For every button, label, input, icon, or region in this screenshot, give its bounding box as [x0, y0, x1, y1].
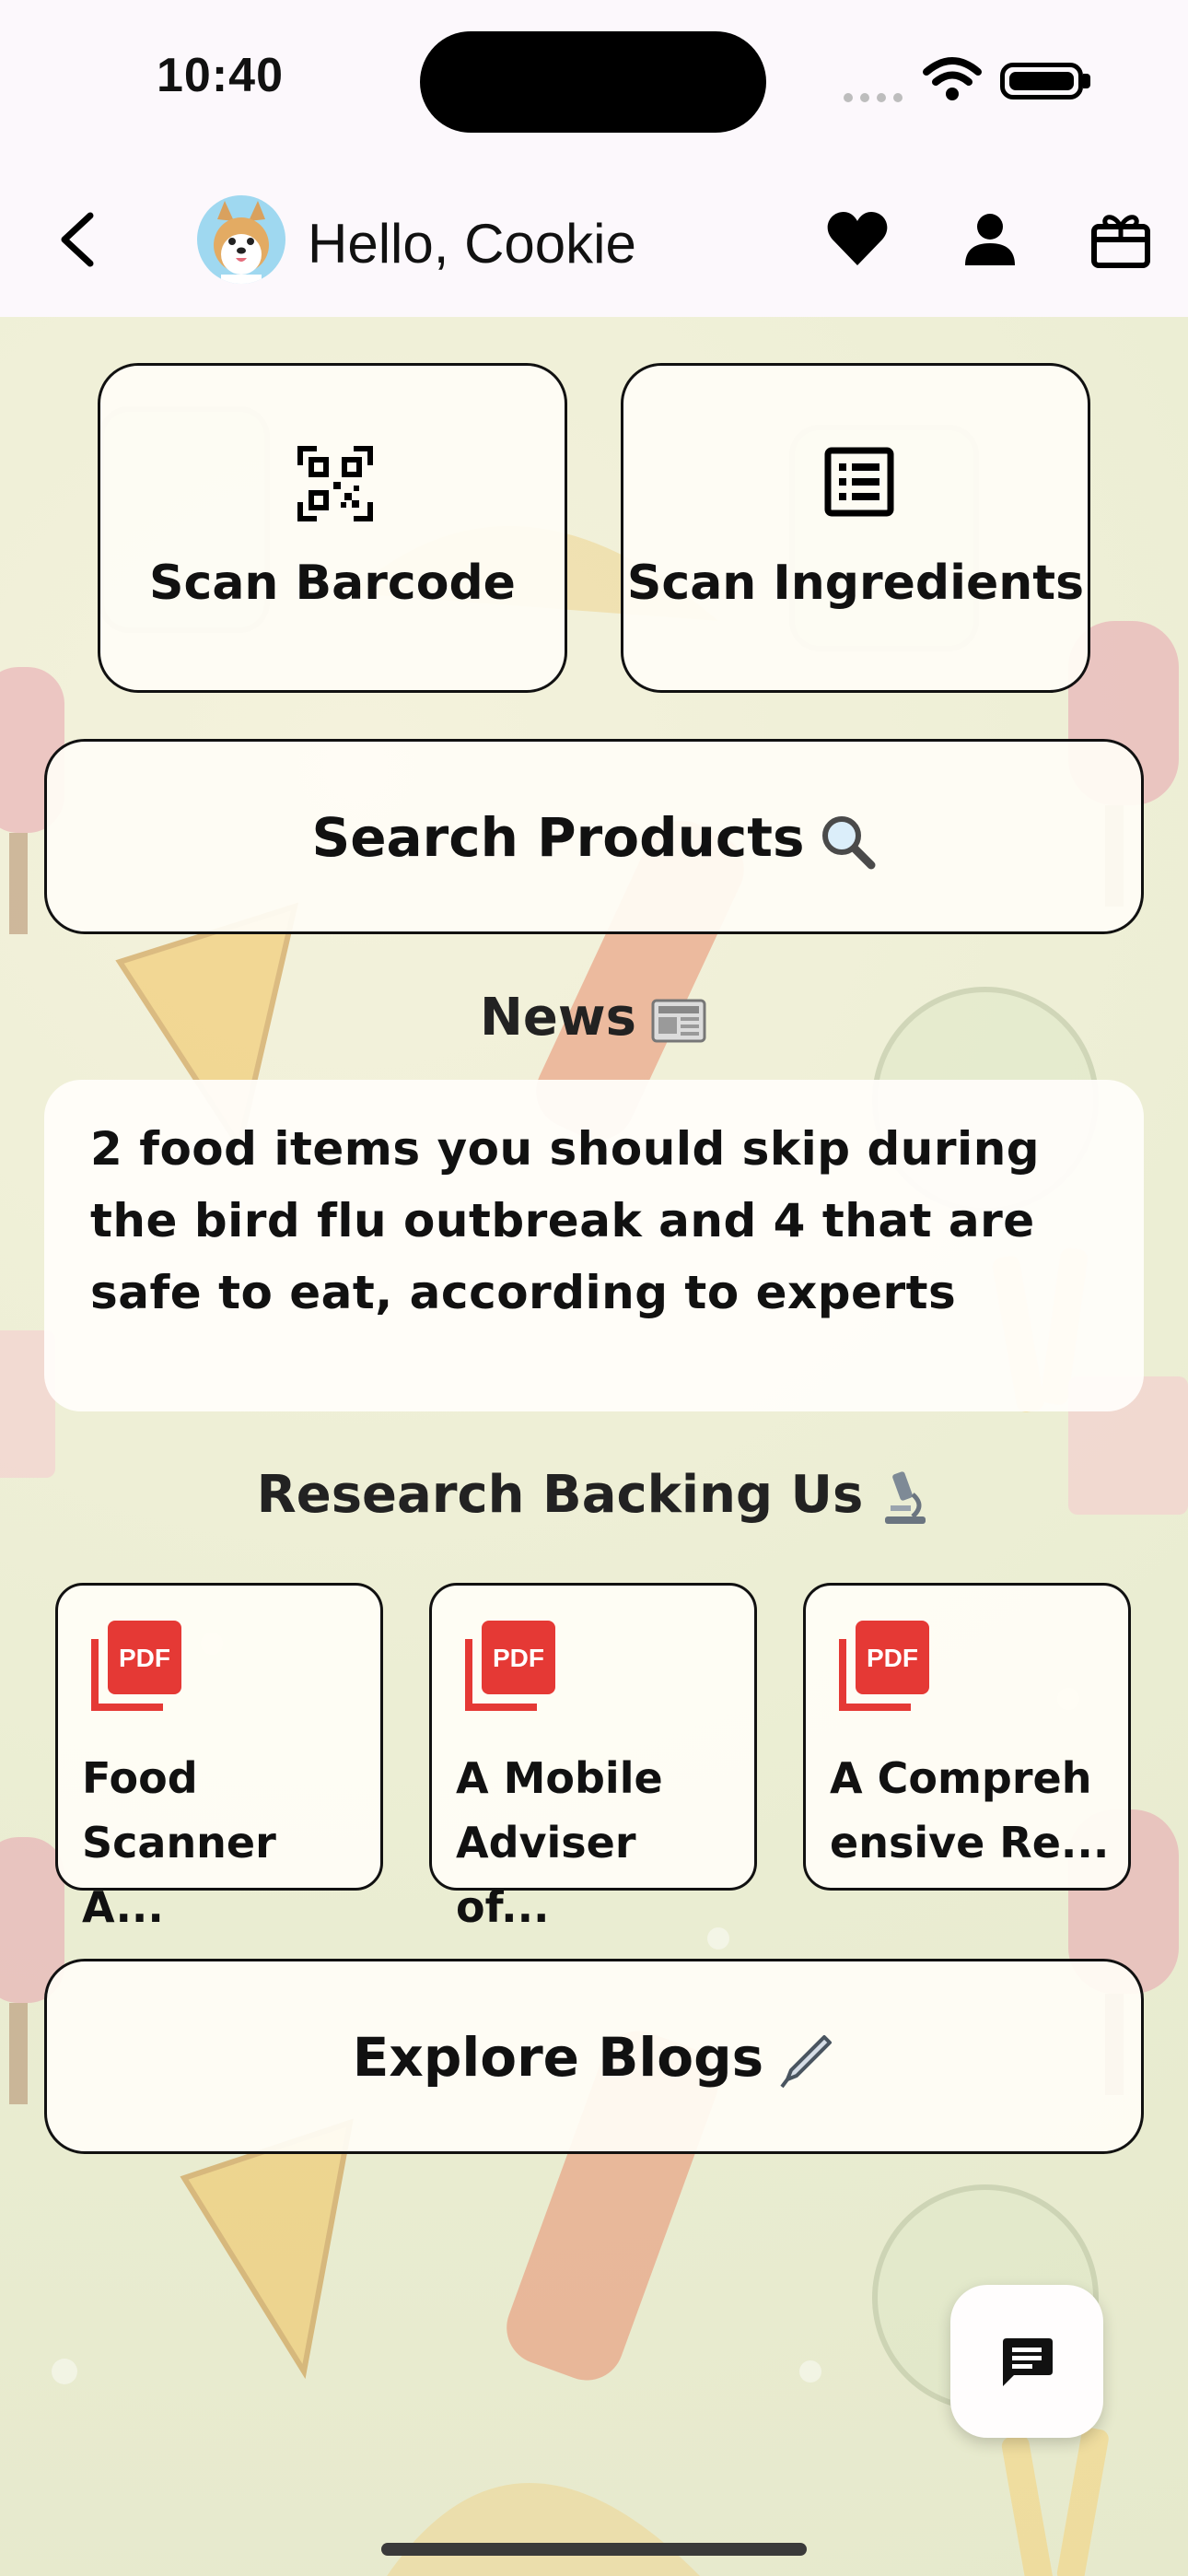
gift-icon[interactable]	[1089, 210, 1153, 269]
status-bar: 10:40	[0, 0, 1188, 166]
news-headline: 2 food items you should skip during the …	[90, 1122, 1041, 1319]
newspaper-icon	[651, 999, 706, 1043]
chat-bubble-icon	[1003, 2338, 1053, 2386]
research-paper-title: A Compreh ensive Re...	[830, 1753, 1110, 1868]
research-paper-card[interactable]: PDF A Compreh ensive Re...	[803, 1583, 1131, 1891]
home-indicator[interactable]	[381, 2543, 807, 2556]
news-section-title: News	[480, 988, 636, 1048]
qr-code-icon	[297, 446, 373, 521]
research-paper-card[interactable]: PDF A Mobile Adviser of...	[429, 1583, 757, 1932]
explore-blogs-label: Explore Blogs	[352, 2026, 764, 2089]
pdf-icon: PDF	[91, 1621, 181, 1711]
research-paper-title: A Mobile Adviser of...	[456, 1753, 663, 1932]
search-products-button[interactable]: Search Products	[44, 739, 1144, 934]
pdf-icon: PDF	[839, 1621, 929, 1711]
research-section-title: Research Backing Us	[256, 1465, 864, 1525]
svg-text:PDF: PDF	[867, 1644, 918, 1672]
scan-barcode-label: Scan Barcode	[149, 556, 516, 611]
search-products-label: Search Products	[311, 806, 805, 869]
app-header: Hello, Cookie	[0, 166, 1188, 317]
wifi-icon	[923, 57, 982, 100]
heart-icon[interactable]	[825, 210, 890, 269]
svg-text:PDF: PDF	[119, 1644, 170, 1672]
cellular-signal-icon	[844, 88, 910, 106]
dog-avatar-icon	[214, 201, 269, 284]
greeting-text: Hello, Cookie	[308, 213, 636, 275]
research-paper-title: Food Scanner A...	[82, 1753, 276, 1932]
news-card[interactable]: 2 food items you should skip during the …	[44, 1080, 1144, 1411]
scan-barcode-button[interactable]: Scan Barcode	[98, 363, 567, 693]
news-section-title-row: News	[0, 988, 1188, 1048]
search-products-row: Search Products	[47, 806, 1141, 871]
status-time: 10:40	[157, 49, 284, 102]
dynamic-island	[420, 31, 766, 133]
battery-icon	[1000, 63, 1083, 100]
scan-ingredients-label: Scan Ingredients	[626, 556, 1085, 611]
research-paper-card[interactable]: PDF Food Scanner A...	[55, 1583, 383, 1932]
microscope-icon	[885, 1471, 926, 1524]
battery-cap	[1083, 74, 1090, 88]
chat-button[interactable]	[950, 2285, 1103, 2438]
explore-blogs-button[interactable]: Explore Blogs	[44, 1959, 1144, 2154]
magnifier-icon	[821, 815, 876, 870]
explore-blogs-row: Explore Blogs	[47, 2026, 1141, 2090]
pdf-icon: PDF	[465, 1621, 555, 1711]
research-section-title-row: Research Backing Us	[0, 1465, 1188, 1528]
list-document-icon	[824, 447, 894, 517]
scan-ingredients-button[interactable]: Scan Ingredients	[621, 363, 1090, 693]
pen-icon	[780, 2034, 833, 2089]
person-icon[interactable]	[958, 210, 1022, 269]
svg-text:PDF: PDF	[493, 1644, 544, 1672]
avatar[interactable]	[197, 195, 285, 284]
back-icon[interactable]	[52, 210, 107, 269]
